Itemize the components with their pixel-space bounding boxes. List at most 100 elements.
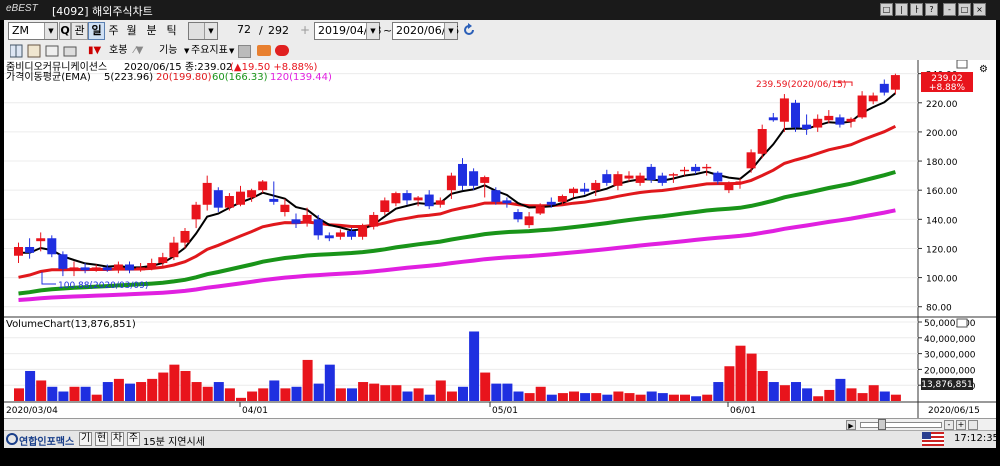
status-button-주[interactable]: 주: [127, 432, 140, 446]
candle-body: [402, 193, 412, 201]
zoom-out-icon[interactable]: -: [944, 420, 954, 430]
candle-body: [136, 267, 146, 271]
date-tick-label: 05/01: [492, 406, 518, 416]
print-tool-icon: [63, 46, 77, 57]
window-help-icon[interactable]: ?: [925, 3, 938, 16]
start-date-dropdown-icon[interactable]: ▼: [366, 23, 379, 39]
status-button-현[interactable]: 현: [95, 432, 108, 446]
zoom-in-icon[interactable]: +: [956, 420, 966, 430]
volume-bar: [768, 382, 779, 401]
volume-bar: [724, 366, 735, 401]
volume-bar: [713, 382, 724, 401]
legend-ema5: 5(223.96): [104, 72, 153, 83]
alert-tool-icon[interactable]: [275, 45, 289, 56]
draw-tool-icon: [27, 44, 41, 58]
trend-tool-icon[interactable]: ⁄▼: [134, 44, 143, 58]
candle-body: [158, 257, 168, 264]
date-tick-label: 04/01: [242, 406, 268, 416]
window-pin-icon[interactable]: ㅏ: [910, 3, 923, 16]
window-tile-icon[interactable]: □: [880, 3, 893, 16]
ema5-line: [18, 92, 897, 269]
legend-ema-name: 가격이동평균(EMA): [6, 70, 91, 83]
period-button-월[interactable]: 월: [123, 22, 140, 40]
volume-bar: [335, 388, 346, 401]
stock-chart[interactable]: 240.00220.00200.00180.00160.00140.00120.…: [4, 60, 996, 418]
candle-body: [80, 267, 90, 271]
period-button-관[interactable]: 관: [71, 22, 88, 40]
indicator-dropdown-icon[interactable]: ▼: [229, 44, 234, 58]
volume-bar: [236, 397, 246, 401]
volume-bar: [213, 382, 224, 401]
yonhap-logo-icon: [6, 433, 18, 445]
status-button-기[interactable]: 기: [79, 432, 92, 446]
candle-body: [546, 201, 556, 205]
candle-body: [69, 267, 79, 269]
function-menu[interactable]: 기능: [159, 44, 177, 58]
chart-tool-icons[interactable]: [10, 44, 94, 58]
candle-body: [757, 129, 767, 154]
volume-bar: [458, 386, 468, 401]
volume-bar: [91, 394, 102, 401]
start-date-field[interactable]: 2019/04/18 ▼: [314, 22, 381, 40]
symbol-dropdown-icon[interactable]: ▼: [44, 23, 57, 39]
candle-body: [391, 193, 401, 204]
volume-bar: [69, 386, 80, 401]
volume-expand-icon[interactable]: [956, 318, 968, 328]
refresh-icon[interactable]: [462, 23, 476, 37]
data-tool-icon[interactable]: [257, 45, 271, 56]
volume-bar: [25, 370, 36, 401]
volume-bar: [524, 393, 535, 401]
zoom-slider-handle[interactable]: [878, 419, 886, 430]
price-tick-label: 100.00: [926, 275, 958, 285]
volume-bar: [402, 391, 413, 401]
volume-bar: [147, 378, 158, 401]
candle-body: [113, 264, 123, 271]
candle-body: [735, 181, 745, 183]
axis-expand-icon[interactable]: [956, 60, 968, 69]
moving-average-lines: [18, 92, 897, 302]
period-button-틱[interactable]: 틱: [163, 22, 180, 40]
window-maximize-icon[interactable]: □: [958, 3, 971, 16]
period-button-주[interactable]: 주: [105, 22, 122, 40]
tick-unit-dropdown-icon[interactable]: ▼: [204, 23, 217, 39]
volume-bar: [324, 364, 335, 401]
volume-bar: [113, 378, 124, 401]
candle-body: [269, 198, 279, 202]
candle-body: [347, 230, 356, 237]
candle-body: [857, 95, 867, 118]
candle-body: [147, 263, 157, 268]
window-close-icon[interactable]: ×: [973, 3, 986, 16]
color-tool-icon[interactable]: [238, 45, 251, 58]
candle-body: [713, 172, 723, 182]
tick-unit-combo[interactable]: ▼: [188, 22, 218, 40]
period-button-분[interactable]: 분: [143, 22, 160, 40]
volume-bar: [191, 382, 202, 401]
end-date-dropdown-icon[interactable]: ▼: [444, 23, 457, 39]
volume-bar: [380, 385, 391, 401]
window-minimize-icon[interactable]: -: [943, 3, 956, 16]
period-button-일[interactable]: 일: [88, 22, 105, 40]
candle-type-icon[interactable]: ▮▼: [88, 44, 101, 58]
add-icon[interactable]: +: [300, 23, 310, 37]
order-book-toggle[interactable]: 호봉: [109, 44, 127, 58]
indicator-menu[interactable]: 주요지표: [191, 44, 228, 58]
zoom-reset-icon[interactable]: [968, 420, 978, 430]
price-tick-label: 220.00: [926, 100, 958, 110]
window-link-icon[interactable]: |: [895, 3, 908, 16]
volume-bar: [358, 382, 369, 401]
symbol-combo[interactable]: ZM ▼: [8, 22, 58, 40]
volume-bar: [691, 396, 702, 401]
status-button-차[interactable]: 차: [111, 432, 124, 446]
volume-bar: [435, 380, 446, 401]
candle-body: [302, 214, 312, 223]
chart-settings-icon[interactable]: ⚙: [979, 64, 988, 75]
count-field[interactable]: 72: [222, 22, 254, 40]
chart-area[interactable]: 240.00220.00200.00180.00160.00140.00120.…: [4, 60, 996, 418]
zoom-slider[interactable]: [860, 422, 942, 428]
volume-bar: [269, 380, 280, 401]
function-dropdown-icon[interactable]: ▼: [184, 44, 189, 58]
candle-body: [91, 267, 101, 271]
scroll-right-icon[interactable]: ▶: [846, 420, 856, 430]
symbol-search-icon[interactable]: Q: [59, 22, 71, 40]
end-date-field[interactable]: 2020/06/15 ▼: [392, 22, 459, 40]
